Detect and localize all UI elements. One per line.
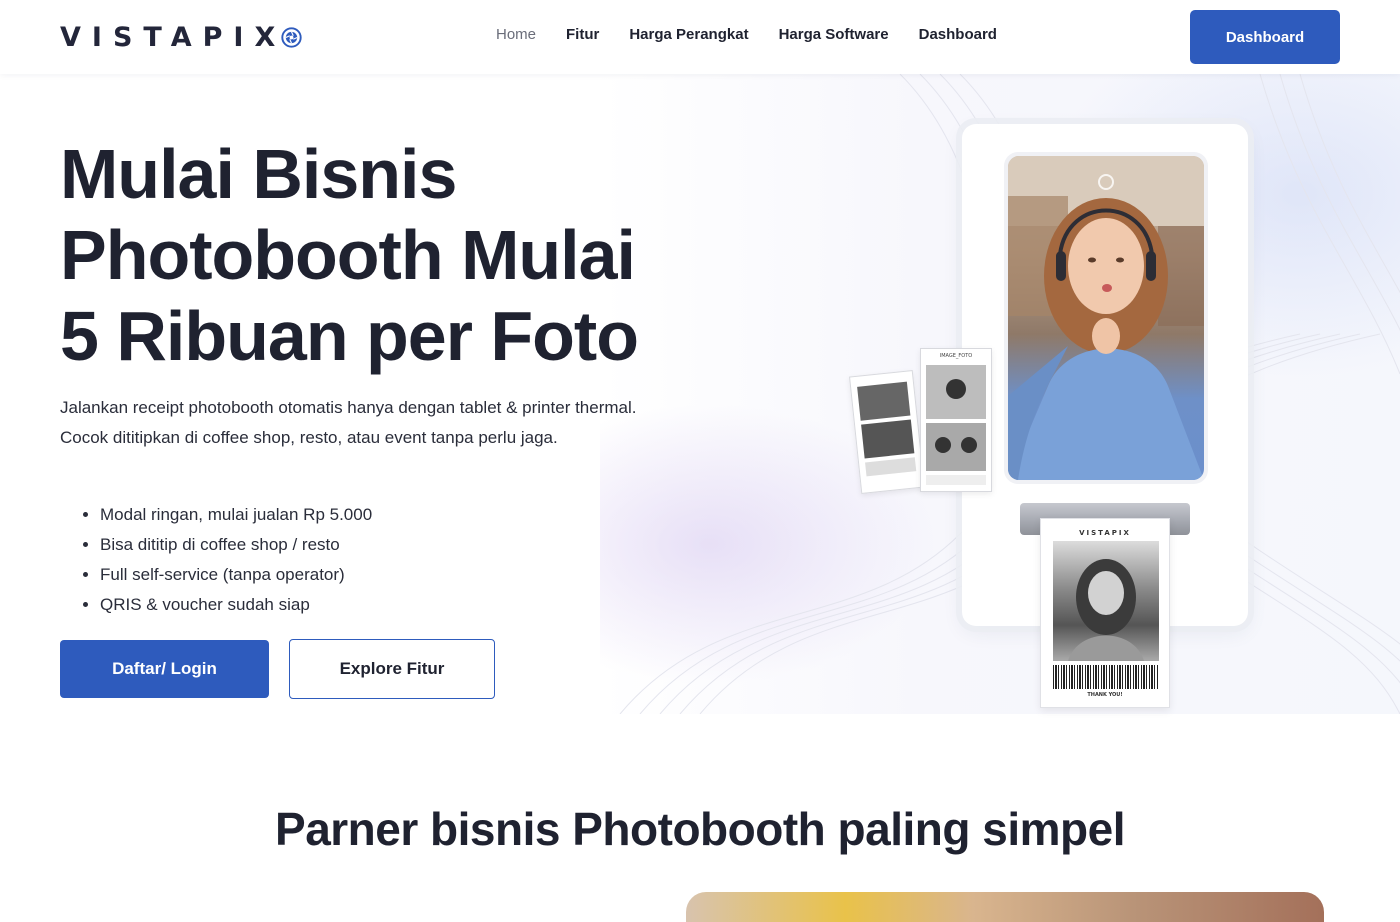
main-nav: Home Fitur Harga Perangkat Harga Softwar… xyxy=(496,26,1027,43)
receipt-person xyxy=(1068,559,1144,661)
hero-description: Jalankan receipt photobooth otomatis han… xyxy=(60,398,637,447)
list-item: Full self-service (tanpa operator) xyxy=(100,560,372,590)
photo-strip-left xyxy=(849,369,925,495)
nav-harga-perangkat[interactable]: Harga Perangkat xyxy=(629,26,748,43)
list-item: Modal ringan, mulai jualan Rp 5.000 xyxy=(100,500,372,530)
strip-photos xyxy=(857,381,917,477)
strip-photos xyxy=(926,365,986,485)
person-illustration xyxy=(1008,156,1204,480)
nav-harga-software[interactable]: Harga Software xyxy=(779,26,889,43)
kiosk-screen xyxy=(1004,152,1208,484)
hero-bullet-list: Modal ringan, mulai jualan Rp 5.000 Bisa… xyxy=(100,500,372,620)
receipt-photo xyxy=(1053,541,1159,661)
logo-text: VISTAPIX xyxy=(60,21,287,53)
register-login-button[interactable]: Daftar/ Login xyxy=(60,640,269,698)
aperture-icon xyxy=(281,26,302,48)
receipt-brand: VISTAPIX xyxy=(1079,529,1131,537)
selfie-photo xyxy=(1008,156,1204,480)
section-feature-image xyxy=(686,892,1324,922)
strip-label: IMAGE_FOTO xyxy=(939,353,973,359)
printed-receipt: VISTAPIX THANK YOU! xyxy=(1040,518,1170,708)
receipt-thanks: THANK YOU! xyxy=(1087,692,1123,698)
nav-dashboard[interactable]: Dashboard xyxy=(919,26,997,43)
nav-home[interactable]: Home xyxy=(496,26,536,43)
site-header: VISTAPIX Home Fitur Harga Perangkat Harg… xyxy=(0,0,1400,74)
receipt-barcode xyxy=(1053,665,1159,689)
logo[interactable]: VISTAPIX xyxy=(60,21,302,53)
hero-title: Mulai Bisnis Photobooth Mulai 5 Ribuan p… xyxy=(60,135,639,375)
list-item: QRIS & voucher sudah siap xyxy=(100,590,372,620)
dashboard-button[interactable]: Dashboard xyxy=(1190,10,1340,64)
nav-fitur[interactable]: Fitur xyxy=(566,26,599,43)
section-title: Parner bisnis Photobooth paling simpel xyxy=(275,803,1125,855)
list-item: Bisa dititip di coffee shop / resto xyxy=(100,530,372,560)
explore-features-button[interactable]: Explore Fitur xyxy=(289,639,495,699)
photo-strip-right: IMAGE_FOTO xyxy=(920,348,992,492)
